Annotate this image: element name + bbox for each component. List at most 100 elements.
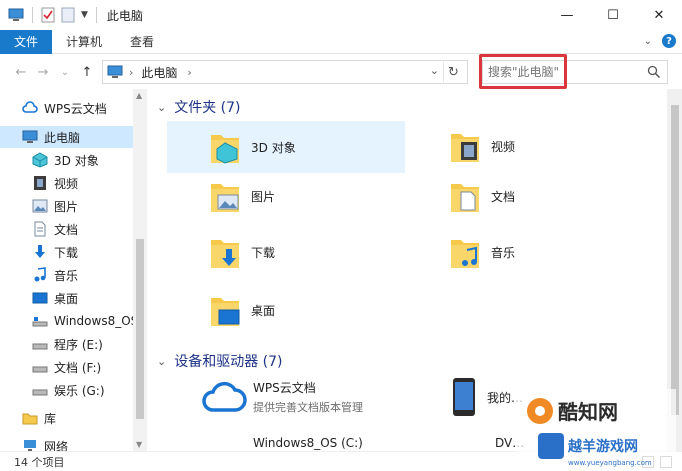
folder-label: 音乐 — [491, 245, 516, 260]
cloud-icon — [202, 381, 247, 412]
divider — [32, 7, 33, 23]
drive-tile-windows8-os[interactable]: Windows8_OS (C:) — [201, 423, 363, 451]
customize-toolbar-icon[interactable]: ▼ — [81, 10, 88, 20]
folder-icon — [451, 184, 479, 212]
sidebar-item-label: WPS云文档 — [44, 101, 107, 116]
address-dropdown-button[interactable]: ⌄ — [430, 64, 439, 77]
group-header-devices[interactable]: ⌄ 设备和驱动器 (7) — [157, 351, 283, 371]
phone-icon — [453, 378, 475, 416]
computer-icon — [8, 8, 24, 21]
group-header-folders[interactable]: ⌄ 文件夹 (7) — [157, 97, 241, 117]
folder-icon — [211, 184, 239, 212]
tab-view[interactable]: 查看 — [116, 33, 168, 50]
cloud-icon — [22, 101, 38, 113]
sidebar-item-wps-cloud[interactable]: WPS云文档 — [0, 97, 133, 119]
sidebar-item-libraries[interactable]: 库 — [22, 407, 56, 429]
folder-tile-3d-objects[interactable]: 3D 对象 — [167, 121, 405, 173]
sidebar-item-label: 文档 (F:) — [54, 360, 102, 375]
group-title: 文件夹 (7) — [174, 100, 241, 116]
folder-tile-downloads[interactable]: 下载 — [209, 227, 275, 277]
folder-tile-music[interactable]: 音乐 — [449, 227, 515, 277]
sidebar-item-pictures[interactable]: 图片 — [32, 195, 78, 217]
sidebar-item-windows8-os[interactable]: Windows8_OS — [32, 310, 138, 332]
sidebar-scrollbar[interactable]: ▲ ▼ — [133, 89, 147, 451]
properties-icon[interactable] — [41, 7, 55, 23]
sidebar-item-documents[interactable]: 文档 — [32, 218, 78, 240]
sidebar-item-videos[interactable]: 视频 — [32, 172, 78, 194]
chevron-down-icon[interactable]: ⌄ — [644, 36, 652, 47]
scrollbar-thumb[interactable] — [671, 105, 679, 415]
recent-locations-button[interactable]: ⌄ — [54, 67, 76, 78]
minimize-button[interactable]: — — [544, 0, 590, 30]
scrollbar-thumb[interactable] — [136, 239, 144, 419]
breadcrumb-separator[interactable]: › — [187, 66, 191, 79]
download-icon — [35, 245, 45, 258]
folder-tile-documents[interactable]: 文档 — [449, 171, 515, 221]
drive-icon — [32, 389, 48, 396]
folder-tile-videos[interactable]: 视频 — [449, 121, 515, 171]
music-icon — [34, 267, 46, 282]
folder-label: 3D 对象 — [251, 140, 296, 155]
drive-subtitle: 提供完善文档版本管理 — [253, 401, 363, 414]
tab-file[interactable]: 文件 — [0, 29, 52, 54]
folder-tile-desktop[interactable]: 桌面 — [209, 285, 275, 335]
sidebar-item-drive-g[interactable]: 娱乐 (G:) — [32, 379, 105, 401]
sidebar-item-this-pc[interactable]: 此电脑 — [0, 126, 133, 148]
up-button[interactable]: ↑ — [76, 65, 98, 80]
forward-button[interactable]: → — [32, 65, 54, 80]
refresh-button[interactable]: ↻ — [443, 62, 463, 82]
desktop-icon — [32, 292, 48, 304]
sidebar-item-label: 娱乐 (G:) — [54, 383, 105, 398]
title-bar: ▼ 此电脑 — ☐ ✕ — [0, 0, 682, 30]
sidebar-item-drive-e[interactable]: 程序 (E:) — [32, 333, 103, 355]
help-button[interactable]: ? — [662, 34, 676, 48]
computer-icon — [22, 130, 38, 143]
navigation-pane: WPS云文档 此电脑 3D 对象 视频 图片 文档 下载 音乐 桌面 Windo… — [0, 89, 148, 451]
breadcrumb-this-pc[interactable]: 此电脑 — [141, 64, 177, 81]
breadcrumb-separator[interactable]: › — [129, 66, 133, 79]
sidebar-item-downloads[interactable]: 下载 — [32, 241, 78, 263]
sidebar-item-label: 桌面 — [54, 291, 79, 306]
sidebar-item-drive-f[interactable]: 文档 (F:) — [32, 356, 101, 378]
sidebar-item-label: 视频 — [54, 176, 79, 191]
drive-tile-phone[interactable]: 我的… — [451, 373, 523, 421]
sidebar-item-label: 文档 — [54, 222, 79, 237]
sidebar-item-3d-objects[interactable]: 3D 对象 — [32, 149, 99, 171]
scroll-down-icon[interactable]: ▼ — [136, 440, 142, 449]
cube-icon — [32, 152, 48, 168]
quick-access-toolbar: ▼ — [0, 0, 99, 30]
tab-computer[interactable]: 计算机 — [52, 33, 116, 50]
divider — [95, 7, 97, 23]
folder-tile-pictures[interactable]: 图片 — [209, 171, 275, 221]
network-icon — [24, 440, 36, 451]
ribbon-tabs: 文件 计算机 查看 ⌄ ? — [0, 29, 682, 54]
folder-icon — [211, 135, 239, 164]
sidebar-item-network[interactable]: 网络 — [22, 435, 68, 451]
back-button[interactable]: ← — [10, 65, 32, 80]
drive-icon — [32, 366, 48, 373]
svg-text:酷知网: 酷知网 — [558, 400, 618, 424]
drive-tile-wps-cloud[interactable]: WPS云文档 提供完善文档版本管理 — [201, 373, 363, 421]
scroll-up-icon[interactable]: ▲ — [136, 91, 142, 100]
sidebar-item-label: 程序 (E:) — [54, 337, 103, 352]
computer-icon — [107, 65, 123, 78]
sidebar-item-label: Windows8_OS — [54, 314, 139, 328]
item-count: 14 个项目 — [14, 455, 65, 469]
group-title: 设备和驱动器 (7) — [174, 354, 283, 370]
sidebar-item-music[interactable]: 音乐 — [32, 264, 78, 286]
sidebar-item-label: 此电脑 — [44, 130, 81, 145]
folder-label: 下载 — [251, 245, 276, 260]
folder-icon — [211, 298, 240, 326]
sidebar-item-label: 下载 — [54, 245, 79, 260]
new-folder-icon[interactable] — [61, 7, 75, 23]
chevron-down-icon: ⌄ — [157, 100, 167, 114]
maximize-button[interactable]: ☐ — [590, 0, 636, 30]
address-bar[interactable]: › 此电脑 › ⌄ ↻ — [102, 60, 468, 84]
sidebar-item-label: 3D 对象 — [54, 153, 99, 168]
drive-tile-dvd[interactable]: DV… — [451, 423, 524, 451]
close-button[interactable]: ✕ — [636, 0, 682, 30]
sidebar-item-label: 网络 — [44, 439, 69, 452]
sidebar-item-desktop[interactable]: 桌面 — [32, 287, 78, 309]
sidebar-item-label: 库 — [44, 411, 57, 426]
search-icon[interactable] — [647, 65, 661, 79]
